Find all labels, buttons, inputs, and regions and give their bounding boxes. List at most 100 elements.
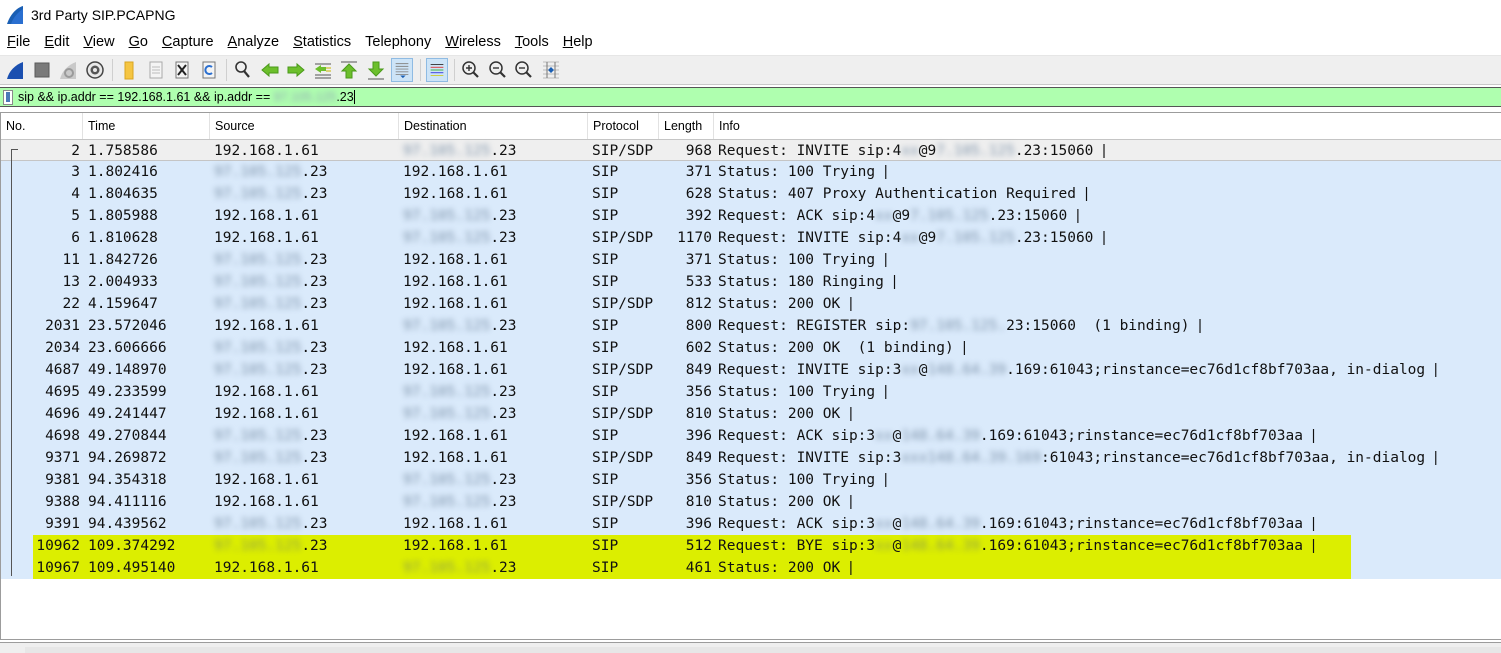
redacted-text: 148.64.39.169 (927, 450, 1042, 466)
info-text: .169:61043;rinstance=ec76d1cf8bf703aa, i… (1006, 362, 1434, 378)
filter-text: sip && ip.addr == 192.168.1.61 && ip.add… (18, 89, 274, 104)
info-separator: | (892, 274, 897, 290)
column-header-protocol[interactable]: Protocol (588, 113, 659, 139)
go-back-button[interactable] (259, 58, 281, 82)
packet-row[interactable]: 4696 49.241447 192.168.1.61 97.105.125.23 SI… (1, 403, 1501, 425)
go-first-packet-button[interactable] (338, 58, 360, 82)
packet-row[interactable]: 4698 49.270844 97.105.125.23 192.168.1.61 SI… (1, 425, 1501, 447)
status-bar (0, 642, 1501, 653)
packet-row[interactable]: 2031 23.572046 192.168.1.61 97.105.125.23 SI… (1, 315, 1501, 337)
filter-bookmark-icon[interactable] (3, 89, 13, 105)
menu-label: tatistics (302, 34, 352, 50)
column-header-info[interactable]: Info (714, 113, 1501, 139)
packet-row[interactable]: 9388 94.411116 192.168.1.61 97.105.125.23 SI… (1, 491, 1501, 513)
capture-options-button[interactable] (84, 58, 106, 82)
go-to-packet-icon (314, 63, 331, 79)
info-separator: | (1433, 450, 1438, 466)
status-bar-inner (25, 647, 1501, 653)
info-text: .23:15060 (1014, 230, 1103, 246)
packet-row[interactable]: 9371 94.269872 97.105.125.23 192.168.1.61 SI… (1, 447, 1501, 469)
info-separator: | (1084, 186, 1089, 202)
start-capture-button[interactable] (4, 58, 26, 82)
packet-row[interactable]: 6 1.810628 192.168.1.61 97.105.125.23 SIP/SD… (1, 227, 1501, 249)
resize-columns-icon (542, 61, 559, 79)
menu-file[interactable]: File (7, 34, 30, 50)
packet-info: Status: 200 OK | (718, 403, 853, 425)
column-header-length[interactable]: Length (659, 113, 714, 139)
column-header-no[interactable]: No. (1, 113, 83, 139)
zoom-out-button[interactable] (487, 58, 509, 82)
menu-tools[interactable]: Tools (515, 34, 549, 50)
column-header-destination[interactable]: Destination (399, 113, 588, 139)
packet-row[interactable]: 11 1.842726 97.105.125.23 192.168.1.61 SIP 37… (1, 249, 1501, 271)
menu-telephony[interactable]: Telephony (365, 34, 431, 50)
redacted-text: xx (875, 516, 893, 532)
info-text: .23:15060 (988, 208, 1076, 224)
packet-info: Request: REGISTER sip:97.105.125.23:1506… (718, 315, 1202, 337)
close-file-icon (175, 61, 189, 79)
menu-accelerator: F (7, 34, 16, 50)
menu-wireless[interactable]: Wireless (445, 34, 501, 50)
auto-scroll-button[interactable] (391, 58, 413, 82)
packet-row[interactable]: 4 1.804635 97.105.125.23 192.168.1.61 SIP 628… (1, 183, 1501, 205)
packet-row[interactable]: 4687 49.148970 97.105.125.23 192.168.1.61 SI… (1, 359, 1501, 381)
packet-list[interactable]: No. Time Source Destination Protocol Len… (0, 112, 1501, 640)
column-header-time[interactable]: Time (83, 113, 210, 139)
open-file-button[interactable] (118, 58, 140, 82)
menu-accelerator: E (44, 34, 55, 50)
go-forward-button[interactable] (285, 58, 307, 82)
packet-row[interactable]: 2034 23.606666 97.105.125.23 192.168.1.61 SI… (1, 337, 1501, 359)
packet-length: 810 (685, 406, 712, 422)
packet-row[interactable]: 22 4.159647 97.105.125.23 192.168.1.61 SIP/S… (1, 293, 1501, 315)
menu-edit[interactable]: Edit (44, 34, 69, 50)
menu-view[interactable]: View (83, 34, 114, 50)
colorize-button[interactable] (425, 58, 448, 82)
packet-length: 392 (685, 208, 712, 224)
packet-row[interactable]: 9381 94.354318 192.168.1.61 97.105.125.23 SI… (1, 469, 1501, 491)
menu-help[interactable]: Help (563, 34, 593, 50)
info-text: Request: INVITE sip:4 (718, 230, 902, 246)
packet-row[interactable]: 4695 49.233599 192.168.1.61 97.105.125.23 SI… (1, 381, 1501, 403)
packet-row[interactable]: 5 1.805988 192.168.1.61 97.105.125.23 SIP 392… (1, 205, 1501, 227)
display-filter-input[interactable]: sip && ip.addr == 192.168.1.61 && ip.add… (18, 90, 355, 105)
menu-label: ireless (458, 34, 501, 50)
restart-capture-button[interactable] (57, 58, 79, 82)
stop-capture-button[interactable] (31, 58, 53, 82)
info-text: Status: 200 OK (718, 560, 849, 576)
menu-go[interactable]: Go (129, 34, 148, 50)
info-text: Request: REGISTER sip: (718, 318, 911, 334)
go-to-packet-button[interactable] (312, 58, 334, 82)
packet-info: Request: INVITE sip:3xxx148.64.39.169:61… (718, 447, 1438, 469)
menu-capture[interactable]: Capture (162, 34, 214, 50)
column-header-source[interactable]: Source (210, 113, 399, 139)
go-back-icon (260, 62, 278, 78)
go-forward-icon (287, 62, 305, 78)
packet-row[interactable]: 10967 109.495140 192.168.1.61 97.105.125.23… (1, 557, 1501, 579)
packet-row[interactable]: 13 2.004933 97.105.125.23 192.168.1.61 SIP 53… (1, 271, 1501, 293)
menu-analyze[interactable]: Analyze (228, 34, 280, 50)
packet-info: Request: BYE sip:3xx@148.64.39.169:61043… (718, 535, 1315, 557)
save-file-button[interactable] (145, 58, 167, 82)
info-separator: | (883, 164, 888, 180)
info-text: Request: ACK sip:4 (718, 208, 876, 224)
filter-redacted-address: 97.105.125 (273, 89, 337, 104)
info-separator: | (883, 252, 888, 268)
packet-row[interactable]: 3 1.802416 97.105.125.23 192.168.1.61 SIP 371… (1, 161, 1501, 183)
packet-info: Status: 100 Trying | (718, 469, 888, 491)
packet-row[interactable]: 9391 94.439562 97.105.125.23 192.168.1.61 SI… (1, 513, 1501, 535)
main-toolbar (0, 55, 1501, 85)
normal-size-button[interactable] (513, 58, 535, 82)
find-packet-button[interactable] (232, 58, 254, 82)
resize-columns-button[interactable] (540, 58, 562, 82)
close-file-button[interactable] (171, 58, 193, 82)
packet-row[interactable]: 10962 109.374292 97.105.125.23 192.168.1.61… (1, 535, 1501, 557)
reload-file-button[interactable] (198, 58, 220, 82)
info-separator: | (883, 384, 888, 400)
packet-row[interactable]: 2 1.758586 192.168.1.61 97.105.125.23 SIP/SD… (1, 139, 1501, 161)
info-text: Status: 200 OK (718, 494, 849, 510)
menu-statistics[interactable]: Statistics (293, 34, 351, 50)
zoom-in-button[interactable] (460, 58, 482, 82)
go-last-packet-button[interactable] (365, 58, 387, 82)
display-filter-bar[interactable]: sip && ip.addr == 192.168.1.61 && ip.add… (0, 87, 1501, 107)
info-separator: | (1433, 362, 1438, 378)
